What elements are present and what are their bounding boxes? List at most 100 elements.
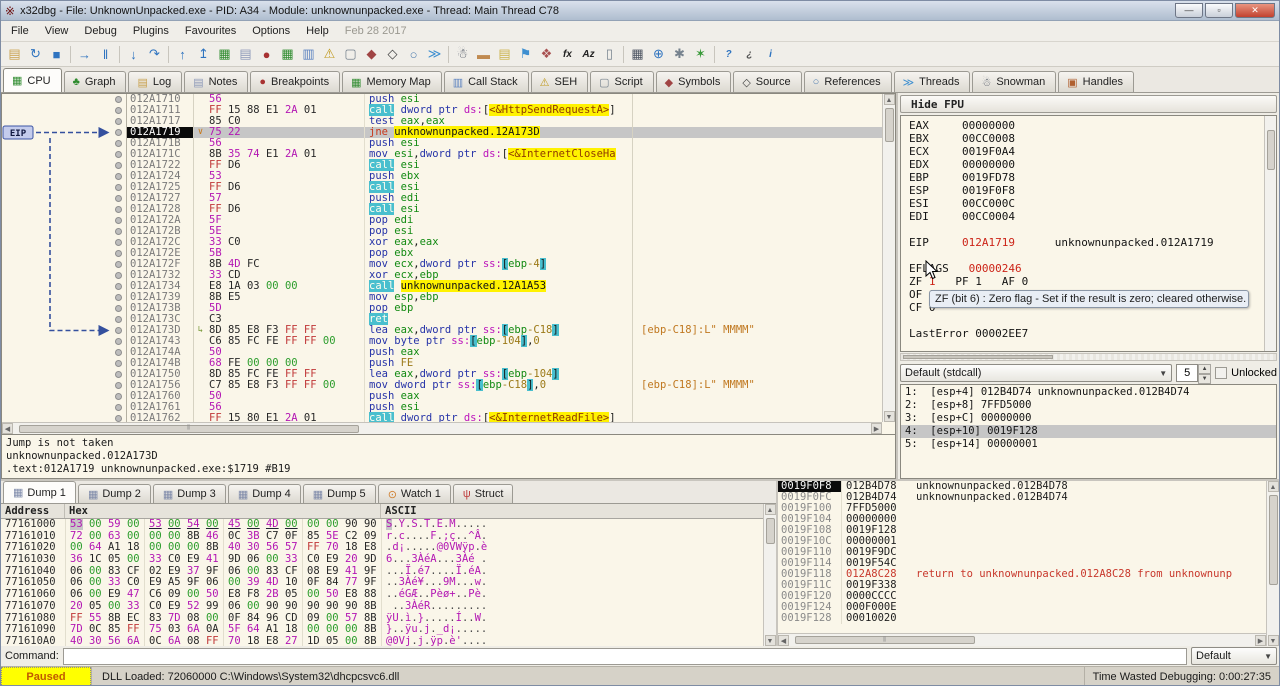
disasm-gutter[interactable] <box>2 369 127 380</box>
breakpoint-dot[interactable] <box>115 382 122 389</box>
stack-row[interactable]: 0019F12800010020 <box>778 613 1266 624</box>
tab-source[interactable]: ◇Source <box>733 71 801 92</box>
disasm-gutter[interactable] <box>2 215 127 226</box>
breakpoints-icon[interactable]: ● <box>256 44 277 65</box>
breakpoint-dot[interactable] <box>115 250 122 257</box>
scroll-down-icon[interactable]: ▼ <box>884 411 895 422</box>
internet-icon[interactable]: ⊕ <box>648 44 669 65</box>
menu-options[interactable]: Options <box>244 22 298 40</box>
argument-row[interactable]: 2: [esp+8] 7FFD5000 <box>901 399 1276 412</box>
tab-graph[interactable]: ♣Graph <box>64 71 127 92</box>
close-button[interactable]: ✕ <box>1235 3 1275 18</box>
help-icon[interactable]: ? <box>718 44 739 65</box>
run-to-user-code-icon[interactable]: ↥ <box>193 44 214 65</box>
threads-icon[interactable]: ≫ <box>424 44 445 65</box>
breakpoint-dot[interactable] <box>115 140 122 147</box>
registers-vertical-scrollbar[interactable] <box>1264 116 1276 351</box>
settings-icon[interactable]: ✱ <box>669 44 690 65</box>
tab-symbols[interactable]: ◆Symbols <box>656 71 732 92</box>
breakpoint-dot[interactable] <box>115 261 122 268</box>
disasm-gutter[interactable] <box>2 94 127 105</box>
tab-breakpoints[interactable]: ●Breakpoints <box>250 71 340 92</box>
functions-icon[interactable]: fx <box>557 44 578 65</box>
tab-cpu[interactable]: ▦CPU <box>3 68 62 92</box>
disasm-gutter[interactable] <box>2 105 127 116</box>
strings-icon[interactable]: Az <box>578 44 599 65</box>
registers-pane[interactable]: EAX 00000000EBX 00CC0008ECX 0019F0A4EDX … <box>900 115 1277 352</box>
register-line[interactable]: EAX 00000000 <box>909 119 1276 132</box>
argument-row[interactable]: 1: [esp+4] 012B4D74 unknownunpacked.012B… <box>901 386 1276 399</box>
tab-dump-4[interactable]: ▦Dump 4 <box>228 484 301 503</box>
dump-vscroll-thumb[interactable] <box>766 518 775 544</box>
disasm-gutter[interactable] <box>2 138 127 149</box>
spin-down-icon[interactable]: ▼ <box>1198 374 1211 384</box>
register-line[interactable]: EBP 0019FD78 <box>909 171 1276 184</box>
breakpoint-dot[interactable] <box>115 151 122 158</box>
scroll-up-icon[interactable]: ▲ <box>765 504 776 515</box>
disasm-hscroll-thumb[interactable]: ⫼ <box>19 425 359 433</box>
references-icon[interactable]: ○ <box>403 44 424 65</box>
breakpoint-dot[interactable] <box>115 217 122 224</box>
disasm-gutter[interactable] <box>2 358 127 369</box>
breakpoint-dot[interactable] <box>115 294 122 301</box>
execute-till-return-icon[interactable]: ↑ <box>172 44 193 65</box>
snowman-icon[interactable]: ☃ <box>452 44 473 65</box>
tab-struct[interactable]: ψStruct <box>453 484 514 503</box>
scroll-down-icon[interactable]: ▼ <box>1268 635 1279 646</box>
disasm-vertical-scrollbar[interactable]: ▲ ▼ <box>882 94 895 422</box>
register-line[interactable]: EBX 00CC0008 <box>909 132 1276 145</box>
register-line[interactable]: EFLAGS 00000246 <box>909 262 1276 275</box>
argument-row[interactable]: 5: [esp+14] 00000001 <box>901 438 1276 451</box>
tab-dump-1[interactable]: ▦Dump 1 <box>3 481 76 503</box>
breakpoint-dot[interactable] <box>115 118 122 125</box>
menu-debug[interactable]: Debug <box>76 22 124 40</box>
tab-dump-2[interactable]: ▦Dump 2 <box>78 484 151 503</box>
tab-seh[interactable]: ⚠SEH <box>531 71 589 92</box>
scroll-right-icon[interactable]: ▶ <box>1255 635 1266 646</box>
disasm-gutter[interactable] <box>2 182 127 193</box>
stack-horizontal-scrollbar[interactable]: ◀ ⫼ ▶ <box>778 633 1266 646</box>
registers-horizontal-scrollbar[interactable] <box>900 353 1277 361</box>
bug-report-icon[interactable]: ✶ <box>690 44 711 65</box>
register-line[interactable] <box>909 223 1276 236</box>
breakpoint-dot[interactable] <box>115 305 122 312</box>
breakpoint-dot[interactable] <box>115 360 122 367</box>
breakpoint-dot[interactable] <box>115 173 122 180</box>
command-profile-select[interactable]: Default▼ <box>1191 647 1277 665</box>
spin-up-icon[interactable]: ▲ <box>1198 364 1211 374</box>
hide-fpu-button[interactable]: Hide FPU <box>900 95 1277 113</box>
menu-favourites[interactable]: Favourites <box>177 22 244 40</box>
tab-dump-3[interactable]: ▦Dump 3 <box>153 484 226 503</box>
disasm-gutter[interactable] <box>2 325 127 336</box>
tab-references[interactable]: ○References <box>804 71 892 92</box>
stop-icon[interactable]: ■ <box>46 44 67 65</box>
disasm-gutter[interactable] <box>2 270 127 281</box>
register-line[interactable] <box>909 314 1276 327</box>
scroll-right-icon[interactable]: ▶ <box>871 423 882 434</box>
disasm-gutter[interactable] <box>2 226 127 237</box>
argument-row[interactable]: 4: [esp+10] 0019F128 <box>901 425 1276 438</box>
labels-icon[interactable]: ⚑ <box>515 44 536 65</box>
scroll-left-icon[interactable]: ◀ <box>2 423 13 434</box>
disasm-gutter[interactable] <box>2 314 127 325</box>
register-line[interactable]: ESI 00CC000C <box>909 197 1276 210</box>
disasm-gutter[interactable] <box>2 303 127 314</box>
disasm-horizontal-scrollbar[interactable]: ◀ ⫼ ▶ <box>2 422 882 434</box>
breakpoint-dot[interactable] <box>115 338 122 345</box>
breakpoint-dot[interactable] <box>115 316 122 323</box>
args-count-stepper[interactable]: 5 ▲▼ <box>1176 364 1211 382</box>
run-icon[interactable]: → <box>74 44 95 65</box>
tab-threads[interactable]: ≫Threads <box>894 71 971 92</box>
scroll-left-icon[interactable]: ◀ <box>778 635 789 646</box>
breakpoint-dot[interactable] <box>115 129 122 136</box>
memory-map-icon[interactable]: ▦ <box>277 44 298 65</box>
disasm-gutter[interactable] <box>2 402 127 413</box>
disasm-vscroll-thumb[interactable] <box>885 108 894 142</box>
step-into-icon[interactable]: ↓ <box>123 44 144 65</box>
disasm-gutter[interactable] <box>2 171 127 182</box>
disasm-gutter[interactable] <box>2 237 127 248</box>
stack-pane[interactable]: 0019F0F8012B4D78unknownunpacked.012B4D78… <box>778 481 1279 646</box>
disasm-gutter[interactable] <box>2 116 127 127</box>
tab-log[interactable]: ▤Log <box>128 71 182 92</box>
register-line[interactable]: EIP 012A1719 unknownunpacked.012A1719 <box>909 236 1276 249</box>
